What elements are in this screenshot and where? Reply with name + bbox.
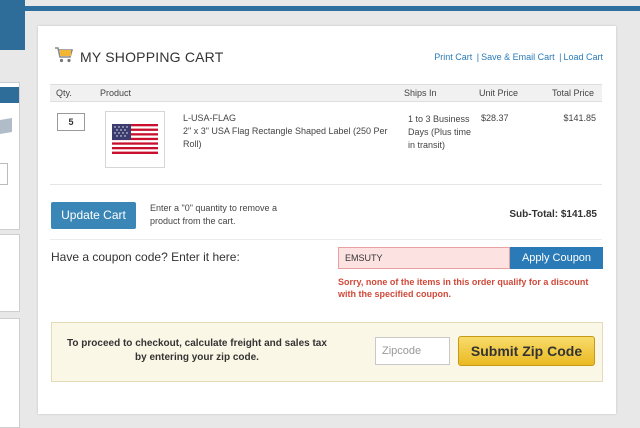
subtotal: Sub-Total: $141.85 (509, 209, 597, 220)
coupon-input[interactable]: EMSUTY (338, 247, 510, 269)
zip-instructions: To proceed to checkout, calculate freigh… (67, 338, 327, 363)
zip-code-panel: To proceed to checkout, calculate freigh… (51, 322, 603, 382)
unit-price-value: $28.37 (481, 113, 509, 123)
left-panel-input[interactable] (0, 163, 8, 185)
submit-zip-code-button[interactable]: Submit Zip Code (458, 336, 595, 366)
apply-coupon-button[interactable]: Apply Coupon (510, 247, 603, 269)
coupon-error-message: Sorry, none of the items in this order q… (338, 277, 589, 299)
save-email-cart-link[interactable]: Save & Email Cart (481, 52, 555, 62)
header-ships-in: Ships In (404, 88, 437, 98)
ships-in-value: 1 to 3 Business Days (Plus time in trans… (408, 114, 472, 150)
left-panel-header (0, 87, 19, 103)
shopping-cart-icon (55, 47, 74, 63)
product-thumbnail[interactable] (105, 111, 165, 168)
zipcode-input[interactable]: Zipcode (375, 337, 450, 365)
divider (50, 239, 602, 240)
top-strip (22, 6, 640, 11)
left-sidebar-panel (0, 82, 20, 230)
divider (50, 184, 602, 185)
usa-flag-image (112, 124, 158, 154)
left-sidebar-panel-2 (0, 234, 20, 312)
load-cart-link[interactable]: Load Cart (563, 52, 603, 62)
update-cart-button[interactable]: Update Cart (51, 202, 136, 229)
left-sidebar-panel-3 (0, 318, 20, 428)
product-sku: L-USA-FLAG (183, 113, 237, 123)
print-cart-link[interactable]: Print Cart (434, 52, 472, 62)
cart-table-header: Qty. Product Ships In Unit Price Total P… (50, 84, 602, 102)
header-qty: Qty. (56, 88, 72, 98)
left-nav-header (0, 0, 25, 50)
cart-links: Print Cart | Save & Email Cart | Load Cart (434, 52, 603, 62)
header-product: Product (100, 88, 132, 98)
coupon-label: Have a coupon code? Enter it here: (51, 250, 240, 264)
page-title: MY SHOPPING CART (80, 49, 224, 65)
product-description[interactable]: 2" x 3" USA Flag Rectangle Shaped Label … (183, 125, 395, 151)
total-price-value: $141.85 (563, 113, 596, 123)
shopping-cart-card: MY SHOPPING CART Print Cart | Save & Emai… (38, 26, 616, 414)
envelope-icon (0, 117, 12, 135)
quantity-input[interactable]: 5 (57, 113, 85, 131)
header-total-price: Total Price (551, 88, 594, 98)
update-hint: Enter a "0" quantity to remove a product… (150, 203, 277, 226)
header-unit-price: Unit Price (479, 88, 519, 98)
